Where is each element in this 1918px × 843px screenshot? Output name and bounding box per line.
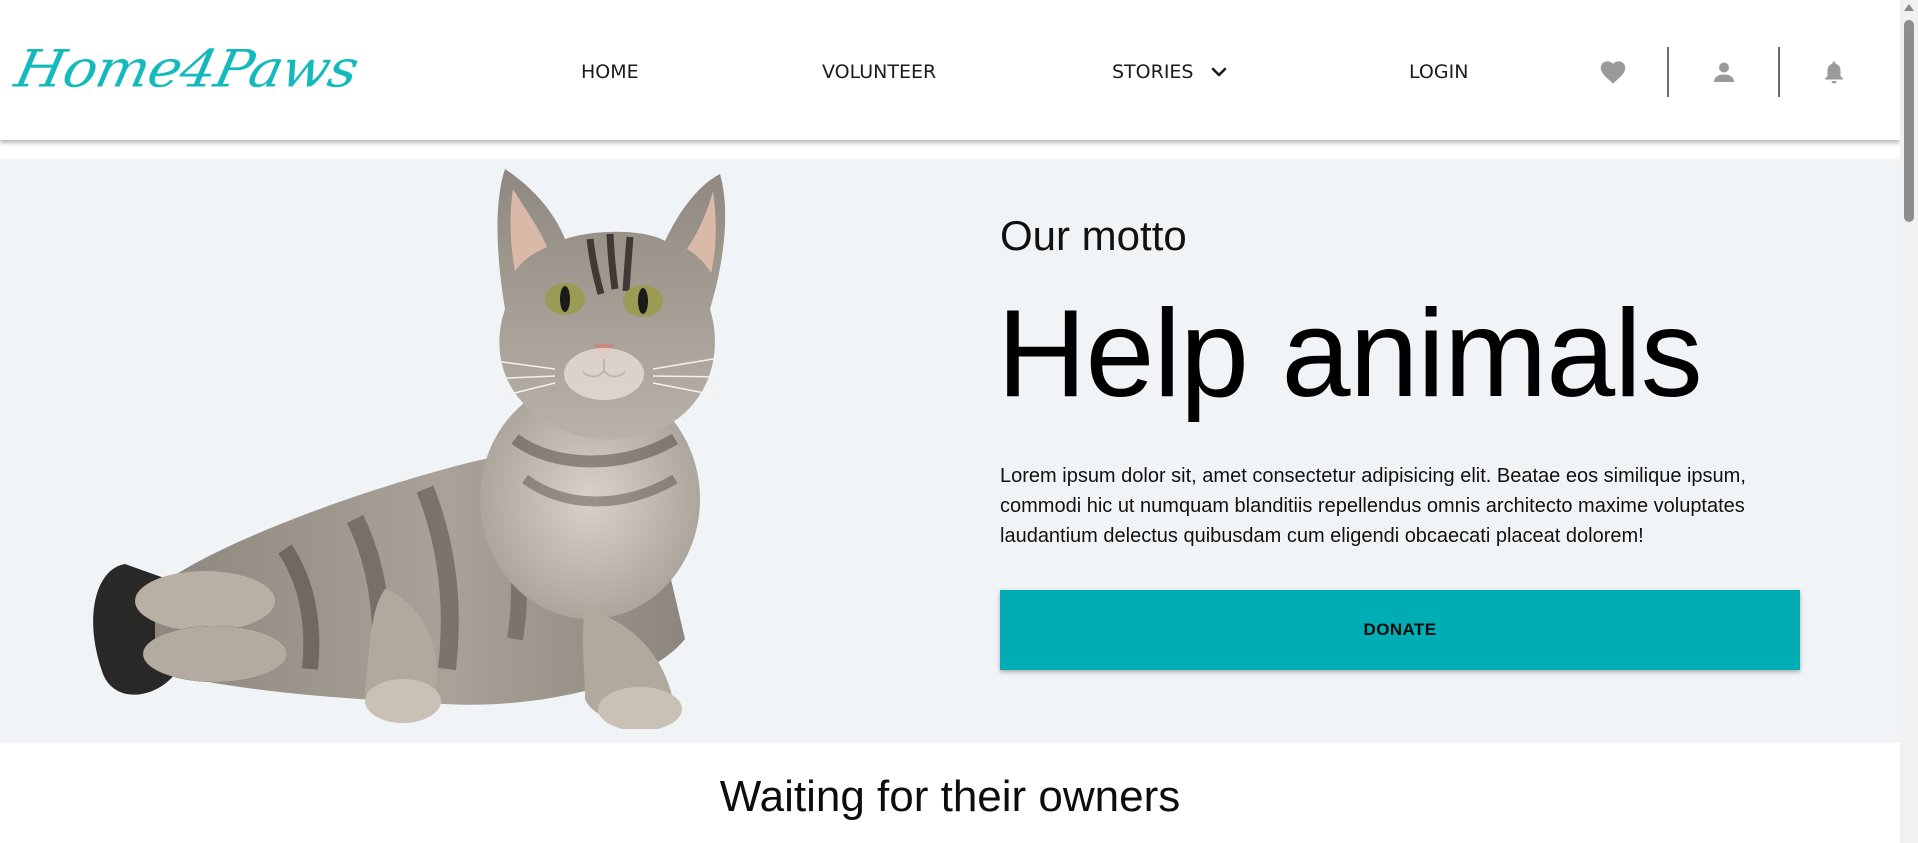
motto-subtitle: Our motto	[1000, 212, 1187, 259]
favorites-button[interactable]	[1597, 56, 1629, 88]
brand-logo[interactable]: Home4Paws	[9, 37, 364, 103]
bell-icon	[1825, 61, 1843, 84]
hero-section: Our motto Help animals Lorem ipsum dolor…	[0, 159, 1900, 743]
hero-headline: Help animals	[997, 285, 1703, 423]
section-title: Waiting for their owners	[719, 772, 1181, 821]
nav-login[interactable]: LOGIN	[1409, 60, 1468, 84]
nav-volunteer[interactable]: VOLUNTEER	[822, 60, 936, 84]
notifications-button[interactable]	[1818, 56, 1850, 88]
scrollbar-thumb[interactable]	[1904, 20, 1914, 222]
vertical-scrollbar[interactable]	[1900, 0, 1918, 843]
nav-stories-dropdown[interactable]: STORIES	[1112, 60, 1228, 84]
header-divider	[1667, 47, 1669, 97]
site-header: Home4Paws HOME VOLUNTEER STORIES LOGIN	[0, 0, 1900, 140]
account-button[interactable]	[1708, 56, 1740, 88]
scroll-up-arrow-icon[interactable]	[1904, 4, 1914, 11]
nav-stories-label: STORIES	[1112, 61, 1194, 83]
cat-image	[93, 169, 731, 729]
hero-description: Lorem ipsum dolor sit, amet consectetur …	[1000, 465, 1746, 547]
heart-icon	[1600, 61, 1626, 84]
page: Home4Paws HOME VOLUNTEER STORIES LOGIN O…	[0, 0, 1918, 843]
chevron-down-icon	[1211, 67, 1226, 77]
nav-home[interactable]: HOME	[581, 60, 639, 84]
donate-button[interactable]: DONATE	[1000, 590, 1800, 670]
user-icon	[1714, 62, 1734, 82]
header-divider	[1778, 47, 1780, 97]
